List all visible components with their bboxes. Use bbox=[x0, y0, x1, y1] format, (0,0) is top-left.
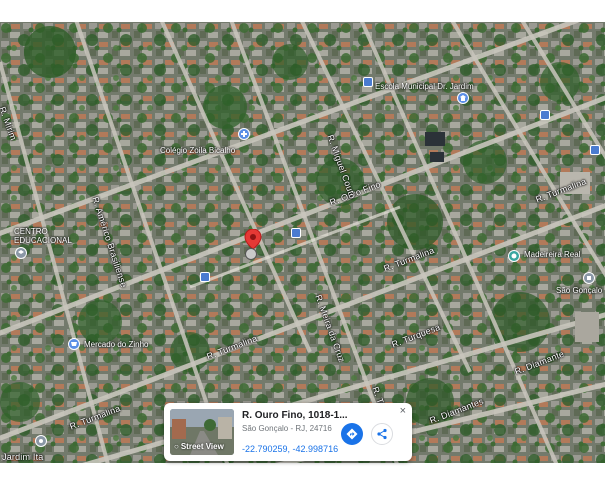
card-coordinates[interactable]: -22.790259, -42.998716 bbox=[242, 444, 338, 454]
card-subtitle: São Gonçalo - RJ, 24716 bbox=[242, 424, 332, 433]
market-poi-icon[interactable] bbox=[68, 338, 80, 350]
share-button[interactable] bbox=[371, 423, 393, 445]
madeireira-poi-icon[interactable] bbox=[508, 250, 520, 262]
bottom-left-poi-icon[interactable] bbox=[35, 435, 47, 447]
street-view-label: ○ Street View bbox=[174, 442, 224, 451]
location-info-card[interactable]: ○ Street View R. Ouro Fino, 1018-1... Sã… bbox=[164, 403, 412, 461]
right-poi-icon[interactable] bbox=[583, 272, 595, 284]
close-icon[interactable]: × bbox=[400, 405, 406, 417]
bus-stop-icon[interactable] bbox=[200, 272, 210, 282]
bus-stop-icon[interactable] bbox=[291, 228, 301, 238]
place-label-madeireira: Madeireira Real bbox=[524, 250, 581, 259]
directions-button[interactable] bbox=[341, 423, 363, 445]
bus-stop-icon[interactable] bbox=[590, 145, 600, 155]
share-icon bbox=[377, 428, 387, 440]
place-label-school: Escola Municipal Dr. Jardim bbox=[375, 82, 474, 91]
bus-stop-icon[interactable] bbox=[363, 77, 373, 87]
street-view-thumbnail[interactable]: ○ Street View bbox=[170, 409, 234, 455]
pharmacy-poi-icon[interactable] bbox=[238, 128, 250, 140]
school-poi-icon[interactable] bbox=[457, 92, 469, 104]
directions-icon bbox=[346, 428, 358, 440]
place-label-pharmacy: Colégio Zoila Bicalho bbox=[160, 146, 236, 155]
place-label-right: São Gonçalo bbox=[556, 286, 603, 295]
bus-stop-icon[interactable] bbox=[540, 110, 550, 120]
place-label-market: Mercado do Zinho bbox=[84, 340, 149, 349]
street-view-icon: ○ bbox=[174, 442, 179, 451]
satellite-map[interactable]: R. Ouro Fino R. Turmalina R. Turmalina R… bbox=[0, 22, 605, 463]
centro-poi-icon[interactable] bbox=[15, 247, 27, 259]
street-view-peg-icon[interactable] bbox=[245, 248, 257, 260]
screenshot-frame: R. Ouro Fino R. Turmalina R. Turmalina R… bbox=[0, 0, 605, 487]
card-title: R. Ouro Fino, 1018-1... bbox=[242, 410, 348, 421]
area-label-bottom-left: Jardim Ita bbox=[2, 452, 44, 462]
place-label-centro: CENTRO EDUCACIONAL bbox=[14, 227, 72, 245]
